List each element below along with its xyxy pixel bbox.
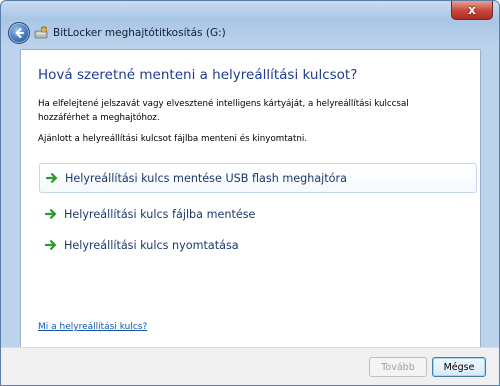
cancel-button[interactable]: Mégse [432, 357, 486, 377]
footer-bar: Tovább Mégse [1, 347, 499, 385]
option-label: Helyreállítási kulcs nyomtatása [64, 238, 239, 252]
help-link-recovery-key[interactable]: Mi a helyreállítási kulcs? [38, 322, 147, 332]
close-button[interactable]: x [451, 1, 493, 20]
back-button[interactable] [8, 22, 30, 44]
description-text: Ha elfelejtené jelszavát vagy elvesztené… [38, 99, 409, 123]
page-heading: Hová szeretné menteni a helyreállítási k… [38, 67, 358, 83]
green-arrow-icon [45, 240, 57, 250]
bitlocker-wizard-window: x BitLocker meghajtótitkosítás (G:) Hová… [0, 0, 500, 386]
title-bar: BitLocker meghajtótitkosítás (G:) [1, 19, 499, 49]
option-save-usb[interactable]: Helyreállítási kulcs mentése USB flash m… [39, 163, 477, 193]
close-icon: x [468, 3, 476, 17]
green-arrow-icon [46, 173, 58, 183]
option-label: Helyreállítási kulcs mentése USB flash m… [65, 171, 347, 185]
window-title: BitLocker meghajtótitkosítás (G:) [53, 27, 226, 39]
back-arrow-icon [15, 28, 24, 38]
recommendation-text: Ajánlott a helyreállítási kulcsot fájlba… [38, 134, 308, 144]
option-save-file[interactable]: Helyreállítási kulcs fájlba mentése [39, 199, 477, 229]
green-arrow-icon [45, 209, 57, 219]
option-print[interactable]: Helyreállítási kulcs nyomtatása [39, 230, 477, 260]
wizard-content: Hová szeretné menteni a helyreállítási k… [20, 49, 481, 348]
option-label: Helyreállítási kulcs fájlba mentése [64, 207, 256, 221]
bitlocker-drive-icon [34, 26, 48, 39]
next-button[interactable]: Tovább [369, 357, 427, 377]
